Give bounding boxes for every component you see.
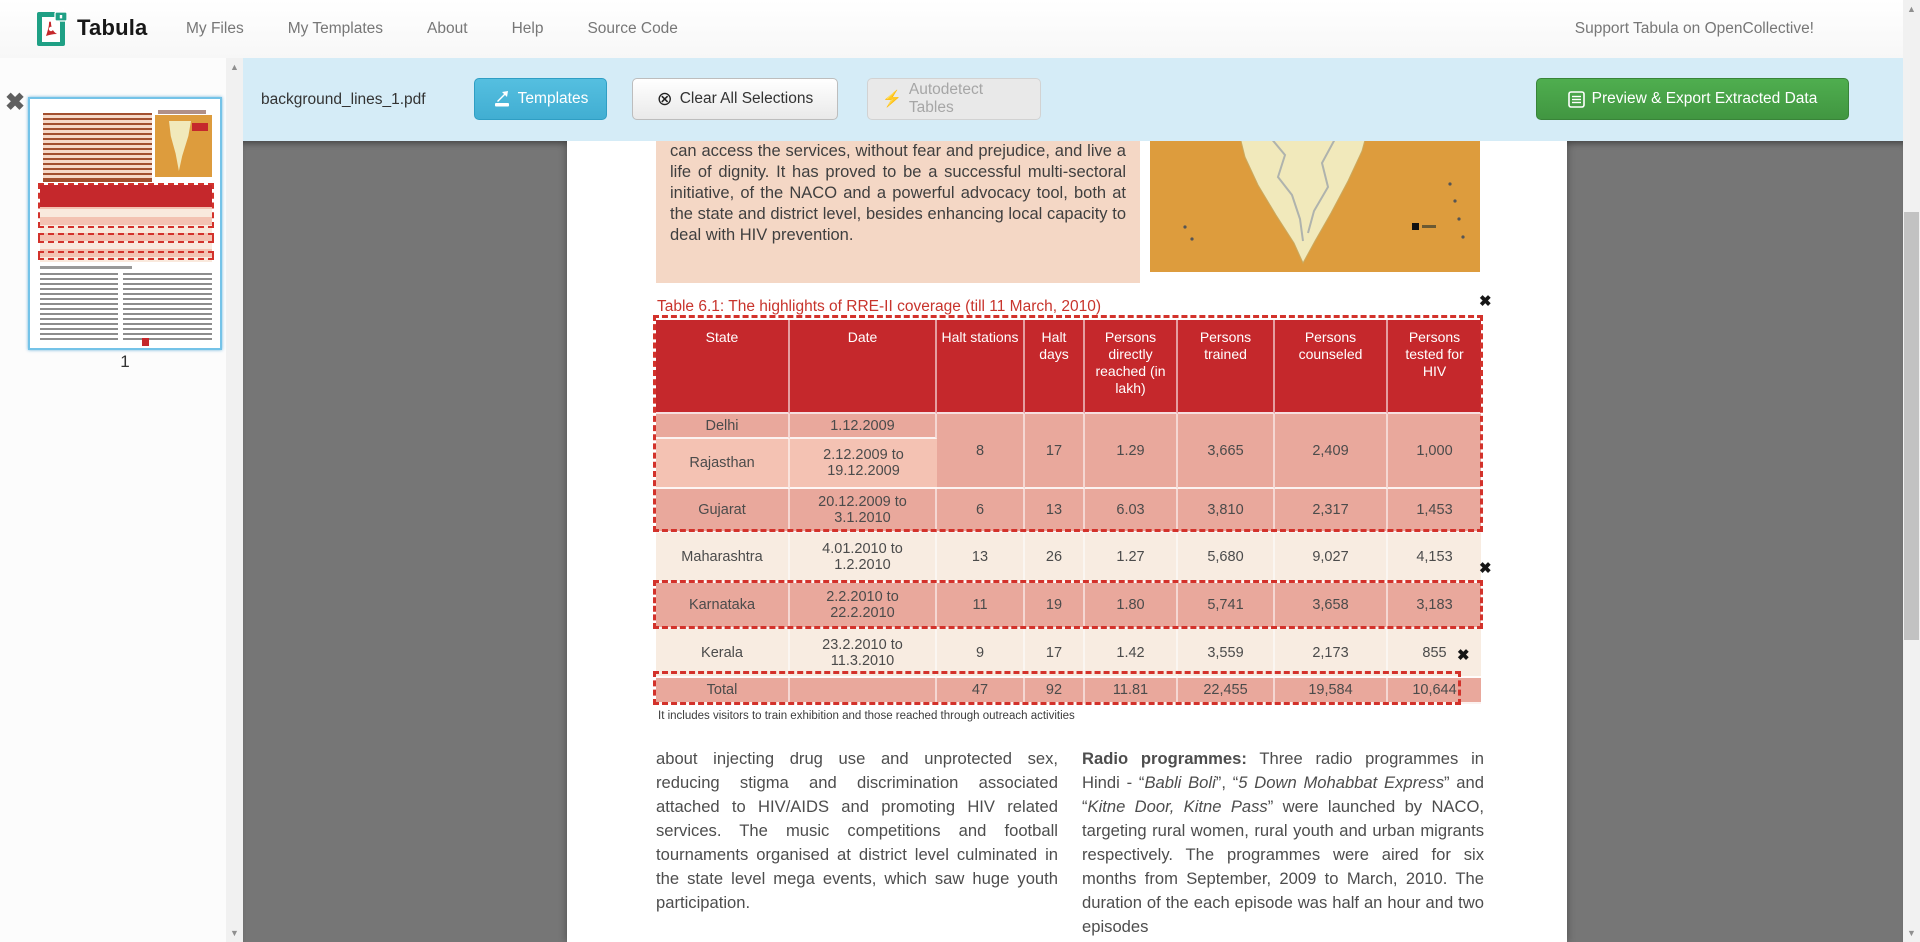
thumb-map-block — [155, 115, 212, 177]
main-scrollbar[interactable]: ▲ ▼ — [1903, 0, 1920, 942]
thumb-selection-3 — [38, 251, 214, 260]
radio-title-italic: 5 Down Mohabbat Express — [1238, 773, 1444, 792]
scroll-up-icon[interactable]: ▲ — [226, 62, 243, 72]
preview-export-label: Preview & Export Extracted Data — [1592, 90, 1818, 108]
radio-text: ” were launched by NACO, targeting rural… — [1082, 797, 1484, 936]
pdf-page[interactable]: can access the services, without fear an… — [567, 141, 1567, 942]
cell: 4,153 — [1388, 533, 1481, 583]
table-selection-2[interactable] — [653, 580, 1483, 629]
lightning-bolt-icon: ⚡ — [882, 89, 902, 109]
top-navbar: Tabula My Files My Templates About Help … — [0, 0, 1903, 59]
table-selection-1[interactable] — [653, 315, 1483, 532]
brand-link[interactable]: Tabula — [36, 8, 147, 48]
nav-links: My Files My Templates About Help Source … — [186, 0, 678, 57]
document-toolbar: background_lines_1.pdf Templates ⊗ Clear… — [243, 58, 1903, 141]
close-selection-3-icon[interactable]: ✖ — [1457, 648, 1470, 663]
table-row: Maharashtra 4.01.2010 to 1.2.2010 13 26 … — [656, 533, 1481, 583]
scroll-down-icon[interactable]: ▼ — [1903, 928, 1920, 938]
page-thumbnail-1[interactable] — [28, 97, 222, 350]
thumb-header-text — [158, 110, 206, 114]
thumb-paragraph-block — [43, 113, 152, 182]
tabula-logo-icon — [36, 8, 69, 48]
clear-all-selections-label: Clear All Selections — [680, 90, 814, 108]
nav-my-templates[interactable]: My Templates — [288, 20, 383, 38]
cell: 5,680 — [1178, 533, 1275, 583]
tabula-app: Tabula My Files My Templates About Help … — [0, 0, 1920, 942]
cell: 26 — [1025, 533, 1085, 583]
nav-my-files[interactable]: My Files — [186, 20, 244, 38]
cell: 4.01.2010 to 1.2.2010 — [790, 533, 937, 583]
pdf-right-paragraph: Radio programmes: Three radio programmes… — [1082, 747, 1484, 939]
radio-title-italic: Kitne Door, Kitne Pass — [1088, 797, 1268, 816]
autodetect-tables-label: Autodetect Tables — [909, 81, 1026, 117]
templates-button-label: Templates — [518, 90, 589, 108]
spreadsheet-icon — [1568, 91, 1585, 108]
radio-programmes-label: Radio programmes: — [1082, 749, 1247, 768]
pdf-india-map — [1150, 141, 1480, 272]
close-selection-1-icon[interactable]: ✖ — [1479, 294, 1492, 309]
scroll-up-icon[interactable]: ▲ — [1903, 4, 1920, 14]
cell: 1.27 — [1085, 533, 1178, 583]
circle-x-icon: ⊗ — [657, 90, 673, 109]
preview-export-button[interactable]: Preview & Export Extracted Data — [1536, 78, 1849, 120]
cell: 13 — [937, 533, 1025, 583]
pdf-viewer-area: can access the services, without fear an… — [243, 141, 1903, 942]
thumb-text-column-left — [40, 273, 118, 343]
document-filename: background_lines_1.pdf — [261, 58, 426, 141]
template-export-icon — [493, 90, 511, 108]
sidebar-scrollbar[interactable]: ▲ ▼ — [226, 58, 243, 942]
templates-button[interactable]: Templates — [474, 78, 607, 120]
scroll-down-icon[interactable]: ▼ — [226, 928, 243, 938]
thumb-page-number-badge — [142, 338, 149, 346]
thumb-map-land — [169, 121, 191, 171]
thumb-map-label — [192, 123, 208, 131]
thumb-selection-1 — [38, 183, 214, 228]
thumb-selection-2 — [38, 233, 214, 243]
radio-title-italic: Babli Boli — [1144, 773, 1215, 792]
scrollbar-thumb[interactable] — [1904, 212, 1919, 640]
autodetect-tables-button[interactable]: ⚡ Autodetect Tables — [867, 78, 1041, 120]
pdf-table-title: Table 6.1: The highlights of RRE-II cove… — [657, 298, 1357, 316]
radio-text: ”, “ — [1216, 773, 1238, 792]
remove-page-icon[interactable]: ✖ — [5, 91, 25, 115]
nav-right: Support Tabula on OpenCollective! — [1575, 0, 1814, 57]
support-opencollective-link[interactable]: Support Tabula on OpenCollective! — [1575, 20, 1814, 38]
pdf-left-paragraph: about injecting drug use and unprotected… — [656, 747, 1058, 915]
thumb-text-column-right — [123, 273, 212, 343]
brand-title: Tabula — [77, 15, 147, 41]
nav-source-code[interactable]: Source Code — [587, 20, 677, 38]
close-selection-2-icon[interactable]: ✖ — [1479, 561, 1492, 576]
nav-help[interactable]: Help — [512, 20, 544, 38]
thumb-footnote-line — [40, 266, 132, 269]
cell: Maharashtra — [656, 533, 790, 583]
page-thumbnails-sidebar: ✖ 1 — [0, 58, 226, 942]
pdf-table-footnote: It includes visitors to train exhibition… — [658, 710, 1075, 722]
thumbnail-page-number: 1 — [28, 352, 222, 372]
clear-all-selections-button[interactable]: ⊗ Clear All Selections — [632, 78, 838, 120]
table-selection-3[interactable] — [653, 671, 1461, 705]
nav-about[interactable]: About — [427, 20, 468, 38]
pdf-top-paragraph: can access the services, without fear an… — [656, 141, 1140, 283]
cell: 9,027 — [1275, 533, 1388, 583]
